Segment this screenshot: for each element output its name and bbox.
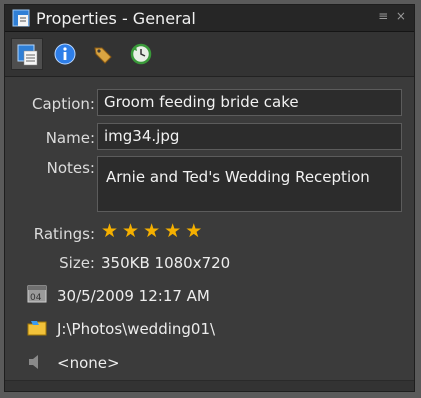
refresh-clock-icon — [130, 43, 152, 65]
panel-window-controls[interactable]: ≡ × — [378, 9, 408, 23]
audio-value: <none> — [57, 354, 120, 372]
properties-toolbar — [5, 32, 414, 77]
star-icon[interactable]: ★ — [143, 220, 160, 242]
panel-titlebar[interactable]: Properties - General ≡ × — [5, 5, 414, 32]
info-tab-button[interactable] — [49, 38, 81, 70]
size-value: 350KB 1080x720 — [101, 254, 231, 272]
notes-label: Notes: — [46, 159, 95, 177]
tags-tab-button[interactable] — [87, 38, 119, 70]
folder-icon — [27, 321, 47, 336]
calendar-icon: 04 — [27, 285, 47, 303]
name-label: Name: — [45, 129, 95, 147]
path-value: J:\Photos\wedding01\ — [57, 320, 216, 338]
ratings-label: Ratings: — [33, 225, 95, 243]
name-field[interactable]: img34.jpg — [97, 123, 402, 150]
star-icon[interactable]: ★ — [164, 220, 181, 242]
properties-page-icon — [12, 9, 30, 27]
general-tab-button[interactable] — [11, 38, 43, 70]
date-value: 30/5/2009 12:17 AM — [57, 287, 210, 305]
history-tab-button[interactable] — [125, 38, 157, 70]
star-icon[interactable]: ★ — [101, 220, 118, 242]
properties-panel: Properties - General ≡ × Caption: Groom … — [4, 4, 415, 392]
svg-text:04: 04 — [30, 293, 42, 303]
tag-icon — [94, 47, 112, 64]
star-icon[interactable]: ★ — [185, 220, 202, 242]
speaker-icon — [29, 355, 38, 369]
panel-bottom-bar — [5, 380, 414, 391]
rating-stars[interactable]: ★ ★ ★ ★ ★ — [101, 220, 206, 242]
panel-title: Properties - General — [36, 9, 196, 28]
notes-field[interactable]: Arnie and Ted's Wedding Reception — [97, 156, 402, 212]
star-icon[interactable]: ★ — [122, 220, 139, 242]
size-label: Size: — [59, 254, 95, 272]
info-icon — [54, 43, 76, 65]
properties-page-icon — [17, 44, 38, 66]
caption-label: Caption: — [32, 95, 95, 113]
caption-field[interactable]: Groom feeding bride cake — [97, 89, 402, 116]
